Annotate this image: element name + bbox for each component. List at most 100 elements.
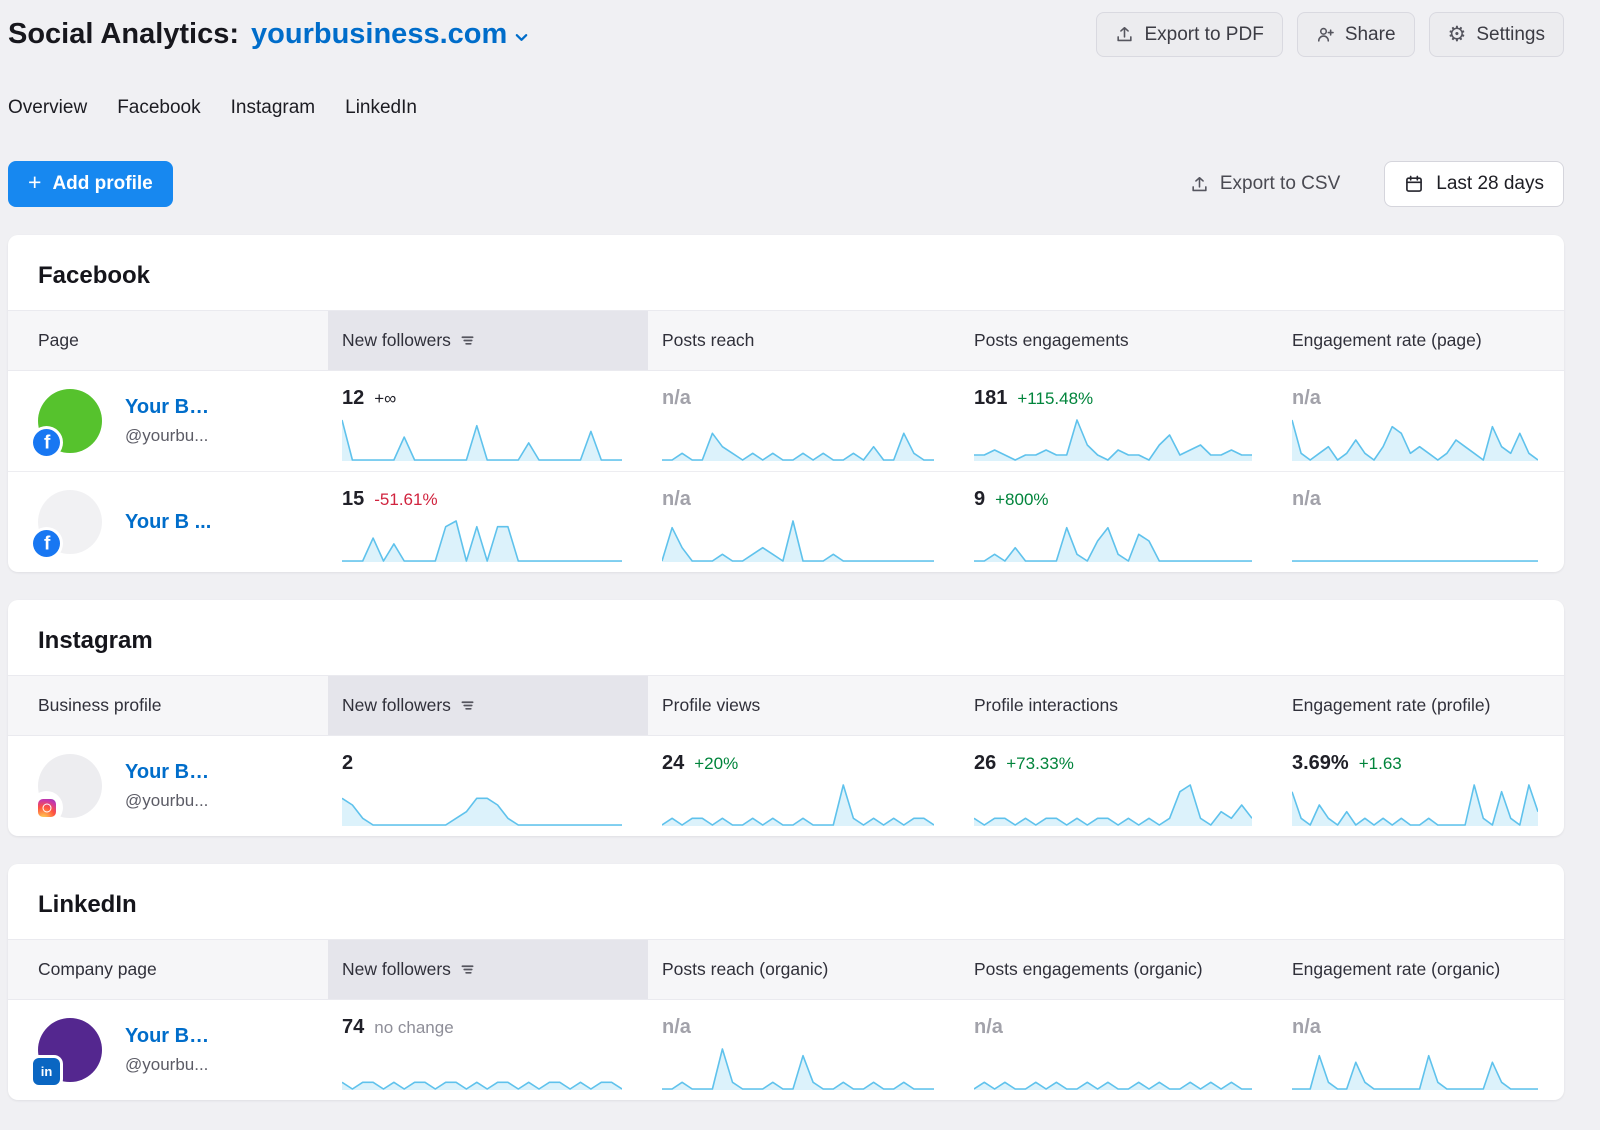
column-header-posts-engagements-organic: Posts engagements (organic) <box>960 940 1278 999</box>
sparkline-chart <box>662 416 934 462</box>
add-profile-label: Add profile <box>52 173 152 195</box>
column-header-posts-reach-organic: Posts reach (organic) <box>648 940 960 999</box>
export-icon <box>1115 25 1134 44</box>
sparkline-chart <box>1292 416 1538 462</box>
column-header-posts-reach: Posts reach <box>648 311 960 370</box>
profile-info: Your B… @yourbu... <box>125 396 209 446</box>
sort-icon <box>460 698 475 713</box>
toolbar-right: Export to CSV Last 28 days <box>1190 161 1564 207</box>
sort-icon <box>460 962 475 977</box>
column-header-new-followers[interactable]: New followers <box>328 311 648 370</box>
date-range-label: Last 28 days <box>1436 173 1544 195</box>
avatar <box>38 1018 102 1082</box>
metric-value: 74 <box>342 1016 364 1039</box>
gear-icon: ⚙ <box>1448 24 1467 45</box>
export-csv-button[interactable]: Export to CSV <box>1190 173 1340 195</box>
metric-value: 181 <box>974 387 1007 410</box>
sparkline-chart <box>1292 517 1538 563</box>
profile-cell: Your B ... <box>8 472 328 572</box>
settings-button[interactable]: ⚙ Settings <box>1429 12 1564 57</box>
metric-value: n/a <box>662 488 691 511</box>
metric-cell-new-followers: 15 -51.61% <box>328 472 648 572</box>
column-header-label: New followers <box>342 695 451 716</box>
column-header-new-followers[interactable]: New followers <box>328 940 648 999</box>
add-profile-button[interactable]: + Add profile <box>8 161 173 207</box>
facebook-badge-icon <box>33 530 60 557</box>
instagram-badge-icon <box>33 794 60 821</box>
profile-cell: Your B… @yourbu... <box>8 371 328 471</box>
sparkline-chart <box>1292 1045 1538 1091</box>
profile-handle: @yourbu... <box>125 426 209 446</box>
tab-facebook[interactable]: Facebook <box>117 97 200 119</box>
metric-cell-posts-engagements: 9+800% <box>960 472 1278 572</box>
column-header-business-profile: Business profile <box>8 676 328 735</box>
table-header: Page New followers Posts reach Posts eng… <box>8 310 1564 371</box>
profile-name-link[interactable]: Your B ... <box>125 511 211 534</box>
tab-overview[interactable]: Overview <box>8 97 87 119</box>
sparkline-chart <box>974 416 1252 462</box>
export-csv-label: Export to CSV <box>1220 173 1340 195</box>
instagram-section: Instagram Business profile New followers… <box>8 600 1564 836</box>
metric-value: n/a <box>974 1016 1003 1039</box>
social-analytics-page: Social Analytics: yourbusiness.com Expor… <box>0 0 1600 1120</box>
column-header-page: Page <box>8 311 328 370</box>
share-button[interactable]: Share <box>1297 12 1415 57</box>
metric-cell-posts-reach: n/a <box>648 472 960 572</box>
metric-value: 12 <box>342 387 364 410</box>
column-header-engagement-rate: Engagement rate (profile) <box>1278 676 1564 735</box>
table-row: Your B ... 15 -51.61% n/a 9+800% n/a <box>8 471 1564 572</box>
column-header-new-followers[interactable]: New followers <box>328 676 648 735</box>
metric-cell-engagement-rate: n/a <box>1278 472 1564 572</box>
metric-cell-engagement-rate: n/a <box>1278 1000 1564 1100</box>
date-range-button[interactable]: Last 28 days <box>1384 161 1564 207</box>
domain-selector[interactable]: yourbusiness.com <box>251 18 529 51</box>
profile-handle: @yourbu... <box>125 791 209 811</box>
export-pdf-button[interactable]: Export to PDF <box>1096 12 1282 57</box>
column-header-profile-views: Profile views <box>648 676 960 735</box>
toolbar: + Add profile Export to CSV Last 28 days <box>8 161 1564 207</box>
share-label: Share <box>1345 24 1396 46</box>
profile-name-link[interactable]: Your B… <box>125 761 209 784</box>
profile-name-link[interactable]: Your B… <box>125 1025 209 1048</box>
export-pdf-label: Export to PDF <box>1144 24 1263 46</box>
facebook-badge-icon <box>33 429 60 456</box>
sparkline-chart <box>662 781 934 827</box>
profile-name-link[interactable]: Your B… <box>125 396 209 419</box>
metric-delta: +∞ <box>374 389 396 409</box>
table-row: Your B… @yourbu... 12+∞ n/a 181+115.48% … <box>8 371 1564 471</box>
sparkline-chart <box>974 1045 1252 1091</box>
metric-cell-profile-interactions: 26+73.33% <box>960 736 1278 836</box>
section-title: Instagram <box>8 600 1564 675</box>
tab-linkedin[interactable]: LinkedIn <box>345 97 417 119</box>
metric-value: 15 <box>342 488 364 511</box>
metric-delta: +73.33% <box>1006 754 1074 774</box>
column-header-engagement-rate: Engagement rate (page) <box>1278 311 1564 370</box>
metric-cell-posts-reach: n/a <box>648 1000 960 1100</box>
top-bar: Social Analytics: yourbusiness.com Expor… <box>8 0 1564 57</box>
metric-delta: +1.63 <box>1359 754 1402 774</box>
metric-delta: +800% <box>995 490 1048 510</box>
metric-delta: -51.61% <box>374 490 437 510</box>
metric-value: n/a <box>1292 1016 1321 1039</box>
avatar <box>38 389 102 453</box>
column-header-profile-interactions: Profile interactions <box>960 676 1278 735</box>
metric-value: n/a <box>662 1016 691 1039</box>
avatar <box>38 754 102 818</box>
linkedin-badge-icon <box>33 1058 60 1085</box>
tab-instagram[interactable]: Instagram <box>231 97 315 119</box>
metric-cell-engagement-rate: n/a <box>1278 371 1564 471</box>
metric-cell-engagement-rate: 3.69% +1.63 <box>1278 736 1564 836</box>
metric-value: n/a <box>1292 387 1321 410</box>
metric-value: 3.69% <box>1292 752 1349 775</box>
metric-cell-new-followers: 12 +∞ <box>328 371 648 471</box>
linkedin-section: LinkedIn Company page New followers Post… <box>8 864 1564 1100</box>
section-title: LinkedIn <box>8 864 1564 939</box>
plus-icon: + <box>28 169 41 196</box>
column-header-company-page: Company page <box>8 940 328 999</box>
table-header: Business profile New followers Profile v… <box>8 675 1564 736</box>
metric-cell-posts-engagements: n/a <box>960 1000 1278 1100</box>
profile-cell: Your B… @yourbu... <box>8 1000 328 1100</box>
sparkline-chart <box>662 517 934 563</box>
metric-cell-new-followers: 74no change <box>328 1000 648 1100</box>
profile-info: Your B… @yourbu... <box>125 761 209 811</box>
